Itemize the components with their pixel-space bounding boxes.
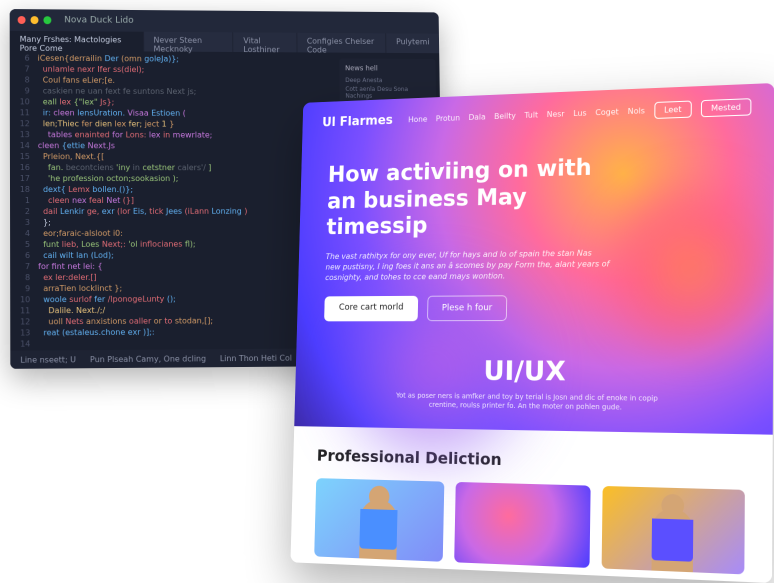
nav-link[interactable]: Beilty bbox=[494, 111, 516, 121]
nav-link[interactable]: Lus bbox=[573, 109, 586, 118]
nav-button[interactable]: Mested bbox=[701, 98, 752, 117]
panel-sub: Deep Anesta bbox=[345, 76, 430, 85]
nav-button[interactable]: Leet bbox=[654, 101, 692, 119]
editor-tab[interactable]: Pulytemi bbox=[386, 33, 439, 53]
hero-ctas: Core cart morld Plese h four bbox=[324, 294, 742, 322]
nav-link[interactable]: Hone bbox=[408, 115, 427, 124]
uiux-title: UI/UX bbox=[322, 355, 741, 389]
nav-link[interactable]: Dala bbox=[468, 113, 485, 122]
nav-link[interactable]: Nols bbox=[628, 106, 645, 116]
card-row bbox=[314, 478, 745, 574]
status-item[interactable]: Linn Thon Heti Col bbox=[220, 353, 292, 363]
editor-tabs: Many Frshes: Mactologies Pore Come Never… bbox=[10, 31, 439, 53]
website-preview: Ul Flarmes Hone Protun Dala Beilty Tult … bbox=[290, 83, 774, 583]
minimize-icon[interactable] bbox=[31, 16, 39, 24]
titlebar: Nova Duck Lido bbox=[10, 9, 439, 34]
person-image bbox=[359, 499, 398, 560]
status-item[interactable]: Pun Plseah Camy, One dcling bbox=[90, 354, 206, 364]
maximize-icon[interactable] bbox=[43, 16, 51, 24]
close-icon[interactable] bbox=[18, 16, 26, 24]
primary-cta-button[interactable]: Core cart morld bbox=[324, 296, 419, 322]
panel-title: News hell bbox=[345, 64, 430, 72]
window-title: Nova Duck Lido bbox=[64, 15, 133, 25]
editor-tab[interactable]: Vital Losthiner bbox=[234, 32, 297, 52]
hero-content: How activiing on with an business May ti… bbox=[295, 129, 774, 415]
person-image bbox=[651, 508, 693, 572]
editor-tab[interactable]: Configies Chelser Code bbox=[297, 33, 386, 53]
card-item[interactable] bbox=[454, 482, 590, 568]
card-item[interactable] bbox=[314, 478, 444, 562]
uiux-subtitle: Yot as poser ners is amfker and toy by t… bbox=[381, 392, 674, 414]
uiux-block: UI/UX Yot as poser ners is amfker and to… bbox=[322, 355, 742, 414]
status-item[interactable]: Line nseett; U bbox=[20, 355, 76, 364]
hero-section: Ul Flarmes Hone Protun Dala Beilty Tult … bbox=[294, 83, 774, 435]
editor-tab[interactable]: Many Frshes: Mactologies Pore Come bbox=[10, 31, 143, 52]
nav-links: Hone Protun Dala Beilty Tult Nesr Lus Co… bbox=[408, 98, 752, 128]
line-gutter: 6789101112131415161718123456789101112131… bbox=[10, 51, 35, 351]
nav-link[interactable]: Tult bbox=[524, 111, 538, 120]
site-logo[interactable]: Ul Flarmes bbox=[322, 113, 393, 130]
nav-link[interactable]: Protun bbox=[436, 114, 460, 124]
hero-subtitle: The vast rathityx for ony ever, Uf for h… bbox=[325, 247, 610, 283]
nav-link[interactable]: Coget bbox=[595, 107, 618, 117]
hero-title: How activiing on with an business May ti… bbox=[326, 154, 631, 242]
nav-link[interactable]: Nesr bbox=[547, 109, 565, 119]
secondary-cta-button[interactable]: Plese h four bbox=[427, 296, 506, 322]
editor-tab[interactable]: Never Steen Mecknoky bbox=[144, 32, 233, 52]
card-item[interactable] bbox=[602, 486, 745, 574]
